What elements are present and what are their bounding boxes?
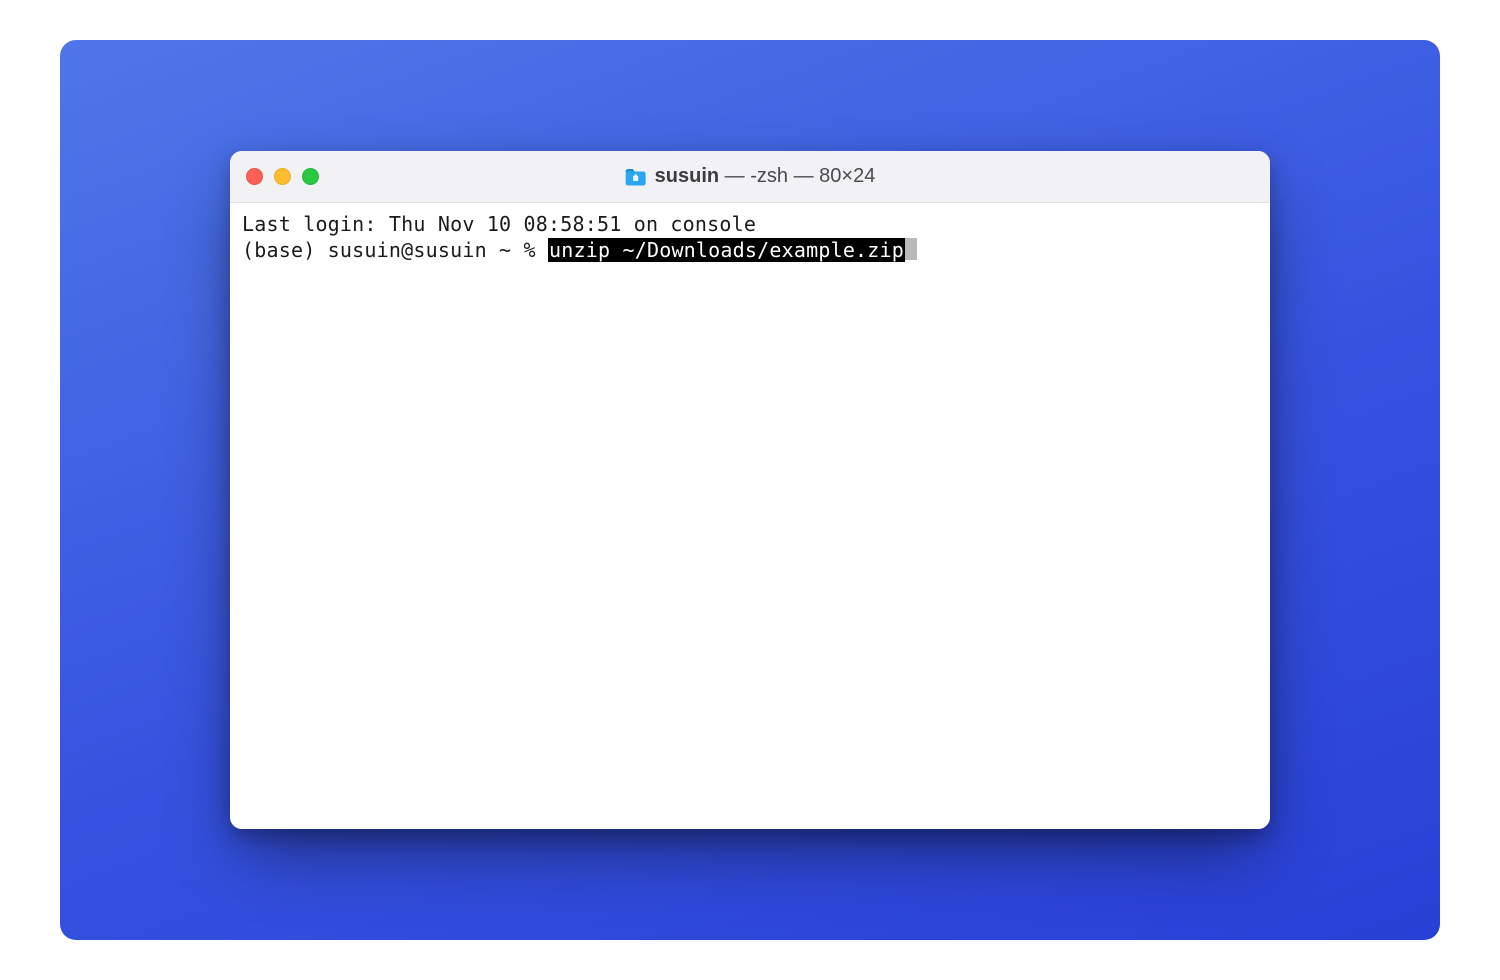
terminal-line-1: Last login: Thu Nov 10 08:58:51 on conso… (242, 211, 1258, 237)
title-text: susuin — -zsh — 80×24 (655, 165, 876, 188)
title-sep2: — (788, 165, 819, 187)
close-button[interactable] (246, 168, 263, 185)
terminal-cursor (905, 238, 917, 260)
title-dimensions: 80×24 (819, 165, 875, 187)
minimize-button[interactable] (274, 168, 291, 185)
terminal-body[interactable]: Last login: Thu Nov 10 08:58:51 on conso… (230, 203, 1270, 829)
window-title: susuin — -zsh — 80×24 (625, 165, 876, 188)
terminal-command-selected: unzip ~/Downloads/example.zip (548, 238, 905, 262)
terminal-prompt: (base) susuin@susuin ~ % (242, 238, 548, 262)
title-folder-name: susuin (655, 165, 719, 187)
title-sep1: — (719, 165, 750, 187)
title-shell: -zsh (750, 165, 788, 187)
zoom-button[interactable] (302, 168, 319, 185)
titlebar[interactable]: susuin — -zsh — 80×24 (230, 151, 1270, 203)
terminal-window: susuin — -zsh — 80×24 Last login: Thu No… (230, 151, 1270, 829)
backdrop: susuin — -zsh — 80×24 Last login: Thu No… (60, 40, 1440, 940)
traffic-lights (246, 168, 319, 185)
terminal-line-2: (base) susuin@susuin ~ % unzip ~/Downloa… (242, 237, 1258, 263)
folder-icon (625, 168, 647, 186)
